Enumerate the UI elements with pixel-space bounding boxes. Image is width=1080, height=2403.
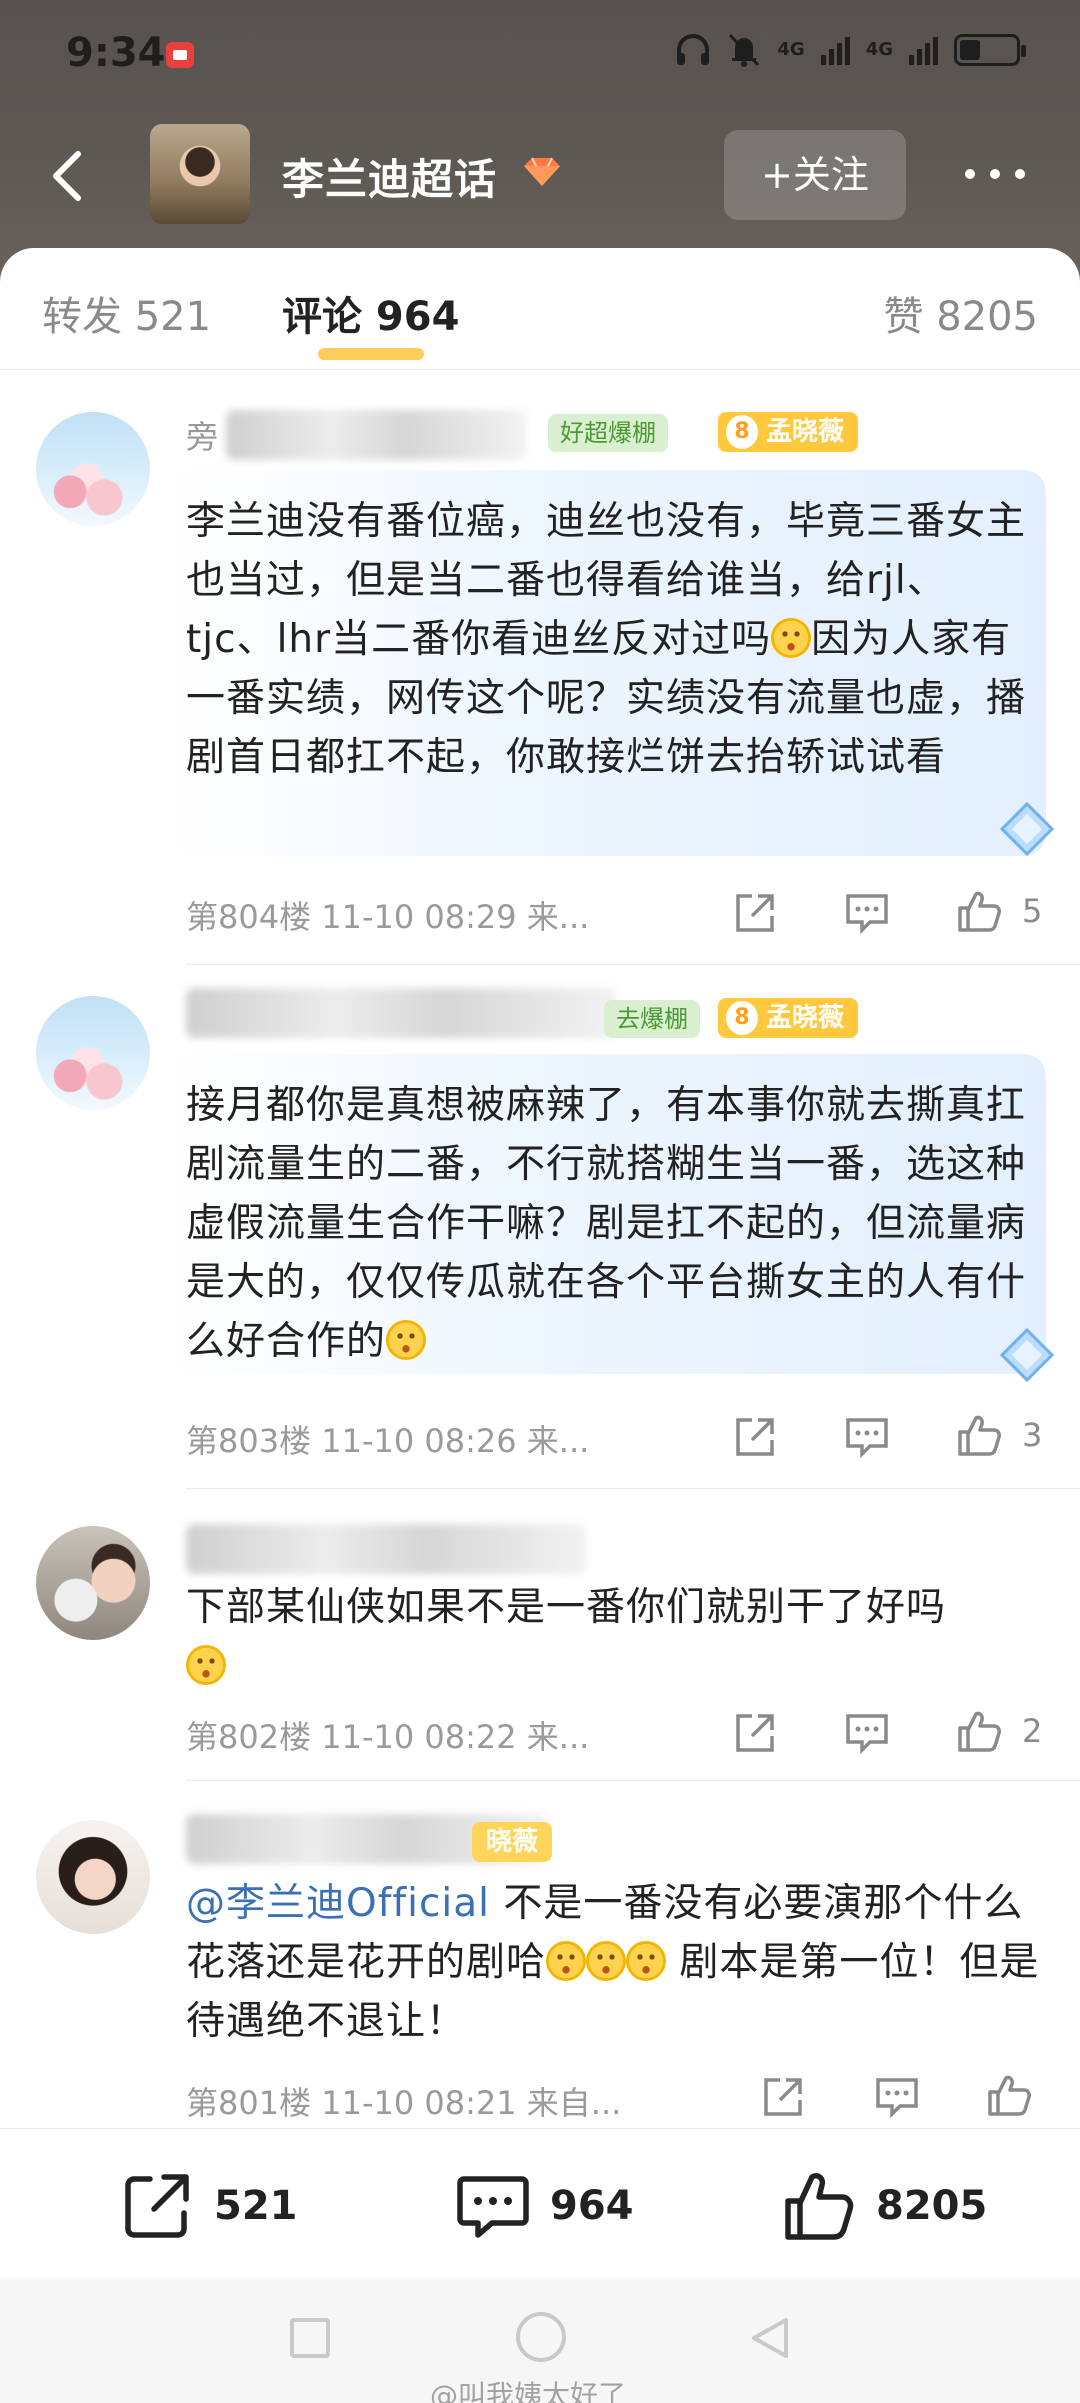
signal-bars-1-icon — [820, 35, 850, 65]
avatar[interactable] — [36, 1820, 150, 1934]
forward-action[interactable]: 521 — [120, 2169, 298, 2243]
recent-apps-icon[interactable] — [290, 2318, 330, 2358]
comment-meta: 第802楼 11-10 08:22 来... — [186, 1718, 590, 1756]
emoji-icon — [626, 1941, 667, 1981]
share-icon — [125, 2174, 189, 2238]
repost-icon[interactable] — [732, 890, 778, 936]
bottom-action-bar: 521 964 8205 — [0, 2128, 1080, 2278]
divider — [186, 1488, 1080, 1489]
emoji-icon — [586, 1941, 627, 1981]
avatar[interactable] — [36, 996, 150, 1110]
topic-navbar: 李兰迪超话 +关注 — [0, 110, 1080, 250]
repost-icon[interactable] — [760, 2074, 806, 2120]
comment-text: 下部某仙侠如果不是一番你们就别干了好吗 — [186, 1578, 1046, 1696]
repost-icon[interactable] — [732, 1710, 778, 1756]
reply-icon[interactable] — [844, 1710, 890, 1756]
watermark: @叫我姨太好了 — [430, 2379, 627, 2403]
diamond-sparkle-icon — [999, 1327, 1055, 1383]
like-icon[interactable] — [956, 888, 1002, 934]
post-detail-card: 转发 521 评论 964 赞 8205 旁 好超爆棚 8 孟晓薇 李兰迪没有番位… — [0, 248, 1080, 2128]
comment-count: 964 — [550, 2183, 634, 2229]
level-name: 晓薇 — [486, 1827, 539, 1857]
gem-icon — [524, 157, 560, 186]
topic-title[interactable]: 李兰迪超话 — [282, 146, 497, 207]
like-count: 5 — [1022, 892, 1043, 930]
emoji-icon — [546, 1941, 587, 1981]
comment-meta: 第804楼 11-10 08:29 来... — [186, 898, 590, 936]
comment-text-part1: 下部某仙侠如果不是一番你们就别干了好吗 — [186, 1585, 947, 1630]
signal-bars-2-icon — [909, 35, 938, 65]
commenter-name[interactable]: 旁 — [186, 412, 218, 458]
avatar[interactable] — [36, 1526, 150, 1640]
tab-forward[interactable]: 转发 521 — [42, 284, 211, 342]
commenter-name-blurred — [186, 1524, 586, 1574]
comment-action[interactable]: 964 — [456, 2169, 634, 2243]
battery-icon — [954, 34, 1026, 66]
comment-text: 接月都你是真想被麻辣了，有本事你就去撕真扛剧流量生的二番，不行就搭糊生当一番，选… — [186, 1076, 1026, 1371]
mute-bell-icon — [729, 33, 760, 67]
level-number: 8 — [726, 1001, 758, 1035]
avatar[interactable] — [36, 412, 150, 526]
level-badge: 8 孟晓薇 — [718, 998, 859, 1038]
like-icon[interactable] — [956, 1412, 1002, 1458]
status-icons: 4G 4G — [675, 32, 1026, 68]
level-name: 孟晓薇 — [766, 417, 845, 447]
headphones-icon — [677, 34, 710, 65]
topic-avatar[interactable] — [150, 124, 250, 224]
comment-text: 李兰迪没有番位癌，迪丝也没有，毕竟三番女主也当过，但是当二番也得看给谁当，给rj… — [186, 492, 1026, 787]
comment-text-part1: 接月都你是真想被麻辣了，有本事你就去撕真扛剧流量生的二番，不行就搭糊生当一番，选… — [186, 1083, 1027, 1364]
signal-label-1: 4G — [777, 39, 805, 60]
notification-icon — [166, 42, 194, 68]
signal-label-2: 4G — [865, 39, 893, 60]
follow-button[interactable]: +关注 — [724, 130, 906, 220]
like-total: 8205 — [876, 2183, 988, 2229]
status-time: 9:34 — [66, 30, 166, 76]
comment-meta: 第803楼 11-10 08:26 来... — [186, 1422, 590, 1460]
fan-badge: 去爆棚 — [604, 1000, 700, 1038]
reply-icon[interactable] — [844, 1414, 890, 1460]
divider — [186, 1780, 1080, 1781]
reply-icon[interactable] — [874, 2074, 920, 2120]
like-icon[interactable] — [986, 2072, 1032, 2118]
reply-icon[interactable] — [844, 890, 890, 936]
more-options-icon[interactable] — [960, 164, 1030, 184]
level-badge: 晓薇 — [472, 1822, 553, 1862]
home-icon[interactable] — [516, 2312, 566, 2362]
emoji-icon — [771, 618, 812, 658]
divider — [186, 964, 1080, 965]
tab-comment[interactable]: 评论 964 — [282, 284, 459, 342]
mention-link[interactable]: @李兰迪Official — [186, 1881, 490, 1926]
comment-bubble[interactable]: 李兰迪没有番位癌，迪丝也没有，毕竟三番女主也当过，但是当二番也得看给谁当，给rj… — [168, 470, 1046, 856]
forward-count: 521 — [214, 2183, 298, 2229]
status-bar: 9:34 4G 4G — [0, 0, 1080, 110]
comment-text: @李兰迪Official 不是一番没有必要演那个什么花落还是花开的剧哈 剧本是第… — [186, 1874, 1046, 2051]
back-triangle-icon[interactable] — [746, 2314, 794, 2362]
fan-badge: 好超爆棚 — [548, 414, 668, 452]
like-count: 2 — [1022, 1712, 1043, 1750]
level-name: 孟晓薇 — [766, 1003, 845, 1033]
emoji-icon — [186, 1645, 226, 1685]
comment-icon — [457, 2176, 529, 2238]
level-number: 8 — [726, 415, 758, 449]
repost-icon[interactable] — [732, 1414, 778, 1460]
interaction-tabs: 转发 521 评论 964 赞 8205 — [0, 248, 1080, 370]
thumbs-up-icon — [785, 2172, 854, 2240]
like-action[interactable]: 8205 — [782, 2169, 987, 2243]
comment-bubble[interactable]: 接月都你是真想被麻辣了，有本事你就去撕真扛剧流量生的二番，不行就搭糊生当一番，选… — [168, 1054, 1046, 1374]
diamond-sparkle-icon — [999, 801, 1055, 857]
emoji-icon — [386, 1320, 427, 1360]
commenter-name-blurred — [226, 410, 526, 460]
commenter-name-blurred — [186, 988, 616, 1038]
tab-like[interactable]: 赞 8205 — [883, 284, 1038, 342]
level-badge: 8 孟晓薇 — [718, 412, 859, 452]
back-arrow-icon[interactable] — [40, 146, 100, 206]
active-tab-indicator — [318, 348, 424, 360]
like-count: 3 — [1022, 1416, 1043, 1454]
like-icon[interactable] — [956, 1708, 1002, 1754]
comment-meta: 第801楼 11-10 08:21 来自... — [186, 2084, 622, 2122]
